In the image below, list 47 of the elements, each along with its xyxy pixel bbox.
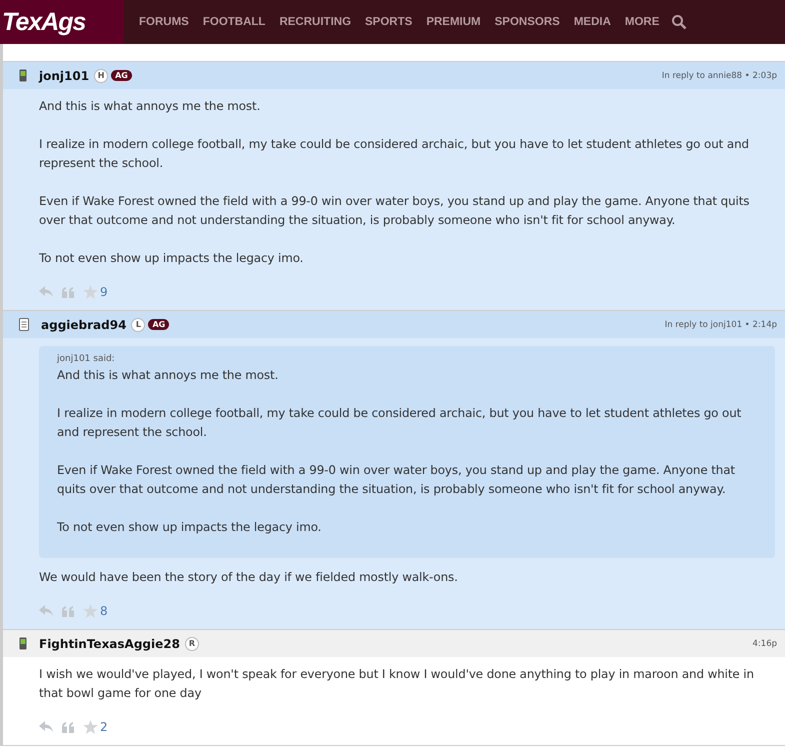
reply-icon[interactable] <box>39 605 54 617</box>
search-icon[interactable] <box>671 14 688 30</box>
username[interactable]: aggiebrad94 <box>41 318 126 332</box>
star-count: 2 <box>100 720 108 734</box>
post-text: I realize in modern college football, my take could be considered archaic, but you have to let student athletes go out and represent the school. <box>39 136 750 172</box>
quote-icon[interactable] <box>62 722 75 732</box>
star-icon[interactable] <box>83 720 98 734</box>
reply-icon[interactable] <box>39 721 54 733</box>
star-count: 8 <box>100 604 108 618</box>
logo[interactable]: TexAgs <box>0 0 124 44</box>
post-text: Even if Wake Forest owned the field with a 99-0 win over water boys, you stand up and play the game. Anyone that quits over that outcome and not understanding the situation, is probably someone who isn't fit for school anyway. <box>39 193 750 229</box>
post-meta: 4:16p <box>752 638 777 648</box>
post-text: And this is what annoys me the most. <box>39 98 262 115</box>
user-badge: H <box>94 68 108 82</box>
user-badge: AG <box>111 70 132 81</box>
nav-link[interactable]: SPONSORS <box>494 16 560 28</box>
quote-text: And this is what annoys me the most. <box>57 367 280 384</box>
post-text: To not even show up impacts the legacy imo. <box>39 250 304 267</box>
tablet-icon <box>19 318 29 331</box>
quote-text: Even if Wake Forest owned the field with a 99-0 win over water boys, you stand up and play the game. Anyone that quits over that outcome and not understanding the situation, is probably someone who isn't fit for school anyway. <box>57 462 736 498</box>
nav-link[interactable]: MORE <box>624 16 660 28</box>
nav-link[interactable]: FOOTBALL <box>202 16 266 28</box>
nav-link[interactable]: FORUMS <box>139 16 189 28</box>
user-badge: AG <box>148 319 170 330</box>
post-meta: In reply to jonj101 • 2:14p <box>664 320 777 330</box>
star-icon[interactable] <box>83 604 98 618</box>
post-meta: In reply to annie88 • 2:03p <box>662 70 777 80</box>
nav-link[interactable]: PREMIUM <box>426 16 481 28</box>
star-icon[interactable] <box>83 285 98 299</box>
nav-link[interactable]: MEDIA <box>574 16 611 28</box>
nav-link[interactable]: RECRUITING <box>279 16 352 28</box>
post-text: We would have been the story of the day if we fielded mostly walk-ons. <box>39 569 459 586</box>
user-badge: L <box>131 318 146 332</box>
star-count: 9 <box>100 285 108 299</box>
quote-author: jonj101 said: <box>57 354 116 364</box>
phone-icon <box>19 69 27 82</box>
user-badge: R <box>184 636 199 650</box>
post-text: I wish we would've played, I won't speak for everyone but I know I would've done anything to play in maroon and white in that bowl game for one day <box>39 666 755 702</box>
reply-icon[interactable] <box>39 286 54 298</box>
nav-link[interactable]: SPORTS <box>365 16 412 28</box>
username[interactable]: jonj101 <box>39 68 90 82</box>
phone-icon <box>19 637 27 650</box>
quote-text: To not even show up impacts the legacy imo. <box>57 519 322 536</box>
username[interactable]: FightinTexasAggie28 <box>39 636 180 650</box>
quote-icon[interactable] <box>62 286 75 298</box>
quote-text: I realize in modern college football, my take could be considered archaic, but you have to let student athletes go out and represent the school. <box>57 405 742 441</box>
quote-icon[interactable] <box>62 606 75 616</box>
